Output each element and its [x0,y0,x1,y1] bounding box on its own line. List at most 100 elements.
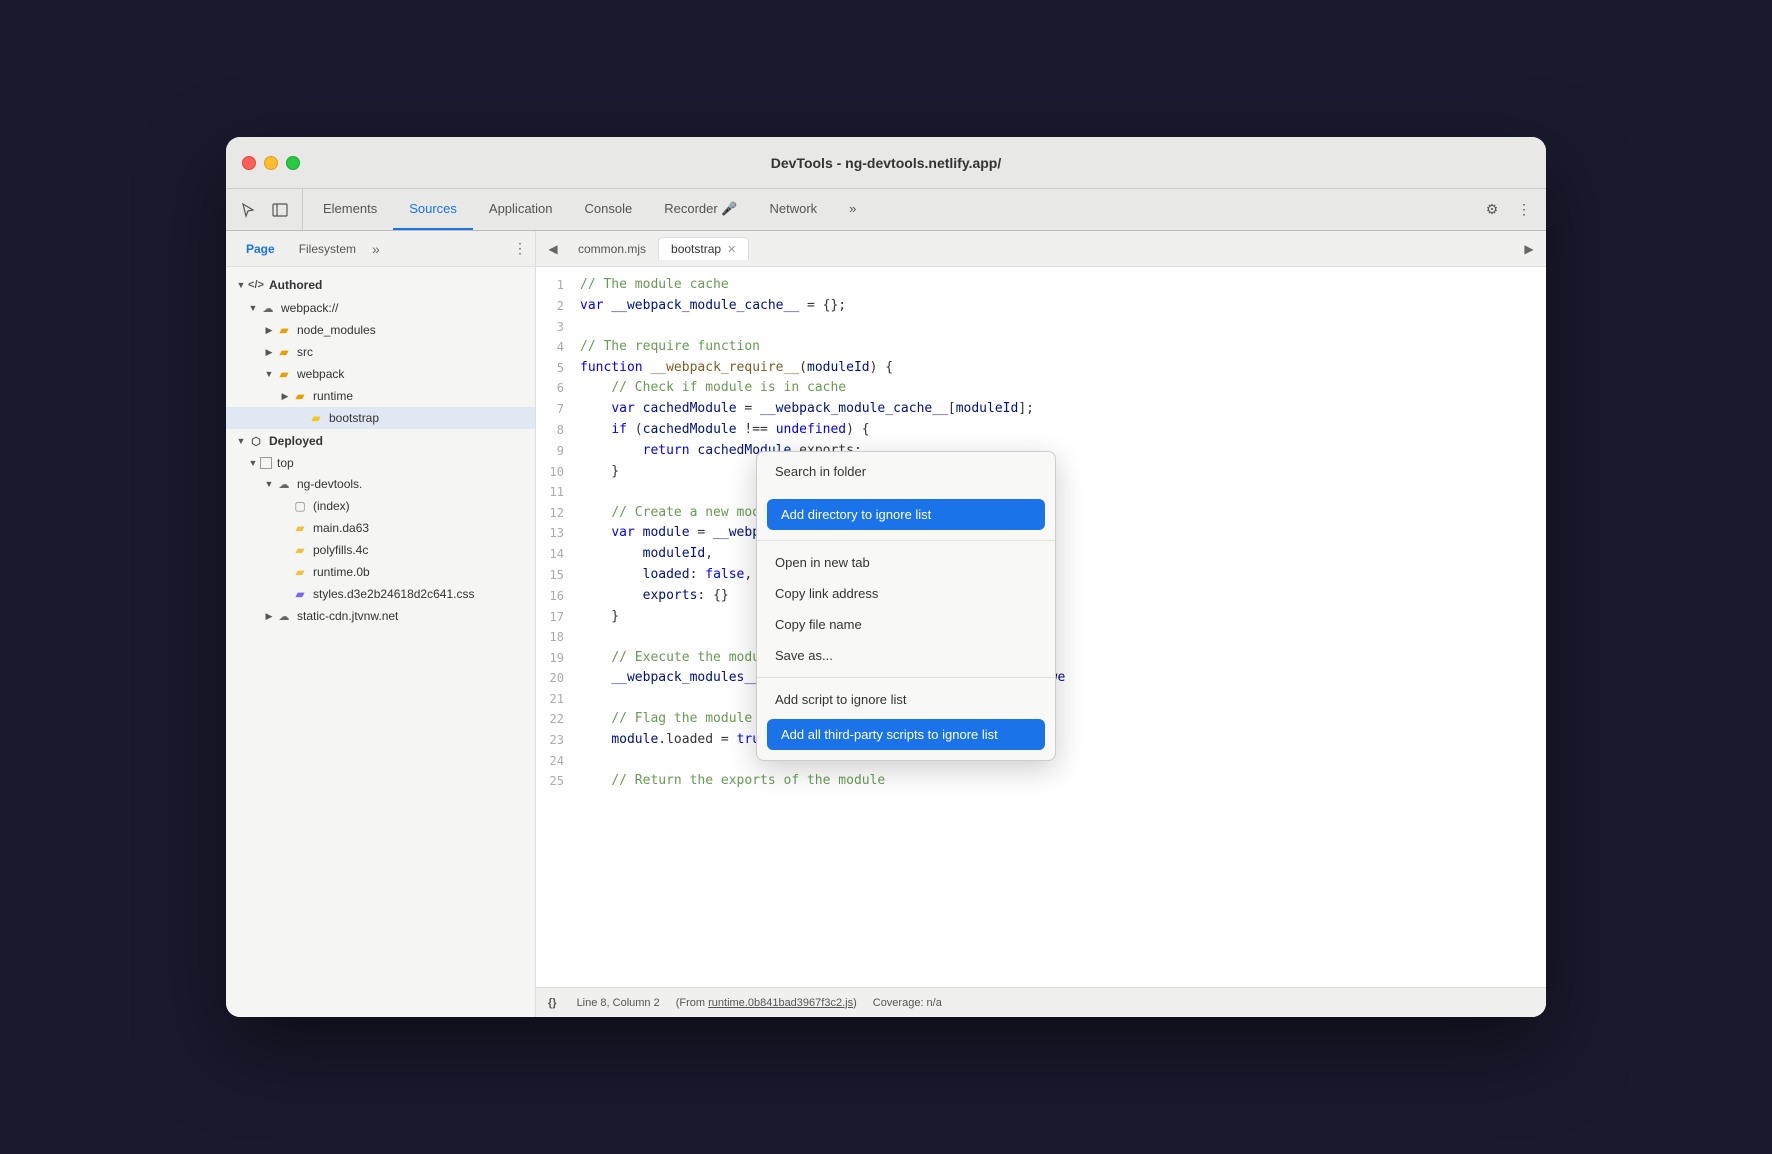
file-tree: ▼ </> Authored ▼ ☁ webpack:// ▶ ▰ node_m… [226,267,535,1017]
code-line-1: 1 // The module cache [536,275,1546,296]
minimize-button[interactable] [264,156,278,170]
src-arrow: ▶ [262,345,276,359]
src-label: src [297,345,313,359]
save-as-item[interactable]: Save as... [757,640,1055,671]
tab-more[interactable]: » [833,189,872,230]
panel-tab-more-icon[interactable]: » [372,241,380,257]
ng-devtools-folder[interactable]: ▼ ☁ ng-devtools. [226,473,535,495]
code-line-8: 8 if (cachedModule !== undefined) { [536,420,1546,441]
static-cdn-folder[interactable]: ▶ ☁ static-cdn.jtvnw.net [226,605,535,627]
code-line-2: 2 var __webpack_module_cache__ = {}; [536,296,1546,317]
close-button[interactable] [242,156,256,170]
tab-recorder[interactable]: Recorder 🎤 [648,189,753,230]
window-title: DevTools - ng-devtools.netlify.app/ [771,155,1002,171]
add-all-third-party-button[interactable]: Add all third-party scripts to ignore li… [767,719,1045,750]
code-line-7: 7 var cachedModule = __webpack_module_ca… [536,399,1546,420]
deployed-arrow: ▼ [234,434,248,448]
tab-bar-actions: ⚙ ⋮ [1478,189,1538,230]
index-file[interactable]: ▶ ▢ (index) [226,495,535,517]
src-folder-icon: ▰ [276,344,292,360]
editor-tab-common[interactable]: common.mjs [566,238,658,260]
cursor-position: Line 8, Column 2 [577,997,660,1009]
static-cdn-label: static-cdn.jtvnw.net [297,609,398,623]
runtime-file-label: runtime.0b [313,565,370,579]
main-tabs: Elements Sources Application Console Rec… [307,189,1478,230]
webpack-folder-label: webpack [297,367,344,381]
ng-devtools-cloud-icon: ☁ [276,476,292,492]
traffic-lights [242,156,300,170]
code-line-4: 4 // The require function [536,337,1546,358]
more-options-icon[interactable]: ⋮ [1510,196,1538,224]
cursor-tool-icon[interactable] [234,196,262,224]
webpack-folder[interactable]: ▼ ▰ webpack [226,363,535,385]
runtime-file-icon: ▰ [292,564,308,580]
main-label: main.da63 [313,521,369,535]
main-file[interactable]: ▶ ▰ main.da63 [226,517,535,539]
main-content: Page Filesystem » ⋮ ▼ </> Authored ▼ ☁ w… [226,231,1546,1017]
webpack-root[interactable]: ▼ ☁ webpack:// [226,297,535,319]
add-script-item[interactable]: Add script to ignore list [757,684,1055,715]
node-modules-label: node_modules [297,323,376,337]
collapse-right-icon[interactable]: ▶ [1516,236,1542,262]
editor-tab-right: ▶ [1516,236,1542,262]
tab-bar: Elements Sources Application Console Rec… [226,189,1546,231]
polyfills-label: polyfills.4c [313,543,368,557]
open-new-tab-item[interactable]: Open in new tab [757,547,1055,578]
search-in-folder-area: Search in folder [757,458,1055,495]
top-page-icon [260,457,272,469]
index-file-icon: ▢ [292,498,308,514]
src-folder[interactable]: ▶ ▰ src [226,341,535,363]
context-menu: Search in folder Add directory to ignore… [756,451,1056,761]
tab-network[interactable]: Network [753,189,833,230]
search-in-folder-label: Search in folder [775,464,1037,479]
runtime-folder[interactable]: ▶ ▰ runtime [226,385,535,407]
copy-link-item[interactable]: Copy link address [757,578,1055,609]
static-cdn-cloud-icon: ☁ [276,608,292,624]
code-line-3: 3 [536,317,1546,337]
tab-application[interactable]: Application [473,189,569,230]
format-icon[interactable]: {} [548,997,557,1009]
tab-sources[interactable]: Sources [393,189,473,230]
tool-buttons [234,189,303,230]
styles-file[interactable]: ▶ ▰ styles.d3e2b24618d2c641.css [226,583,535,605]
polyfills-file[interactable]: ▶ ▰ polyfills.4c [226,539,535,561]
context-menu-bottom-section: Add script to ignore list Add all third-… [757,678,1055,760]
polyfills-file-icon: ▰ [292,542,308,558]
source-link[interactable]: runtime.0b841bad3967f3c2.js [708,997,853,1009]
authored-label: Authored [269,278,322,292]
copy-filename-item[interactable]: Copy file name [757,609,1055,640]
top-arrow: ▼ [246,456,260,470]
maximize-button[interactable] [286,156,300,170]
sidebar-toggle-icon[interactable] [266,196,294,224]
authored-section-header[interactable]: ▼ </> Authored [226,273,535,297]
devtools-window: DevTools - ng-devtools.netlify.app/ Elem… [226,137,1546,1017]
editor-back-button[interactable]: ◀ [540,236,566,262]
panel-tab-page[interactable]: Page [234,238,287,260]
bootstrap-file[interactable]: ▶ ▰ bootstrap [226,407,535,429]
tab-console[interactable]: Console [569,189,649,230]
runtime-file[interactable]: ▶ ▰ runtime.0b [226,561,535,583]
editor-tab-close-icon[interactable]: ✕ [727,243,736,256]
settings-icon[interactable]: ⚙ [1478,196,1506,224]
index-label: (index) [313,499,350,513]
right-panel: ◀ common.mjs bootstrap ✕ ▶ 1 // The modu… [536,231,1546,1017]
deployed-box-icon: ⬡ [248,433,264,449]
editor-tab-bootstrap[interactable]: bootstrap ✕ [658,237,749,260]
panel-tab-bar: Page Filesystem » ⋮ [226,231,535,267]
deployed-section-header[interactable]: ▼ ⬡ Deployed [226,429,535,453]
tab-elements[interactable]: Elements [307,189,393,230]
ng-devtools-arrow: ▼ [262,477,276,491]
styles-label: styles.d3e2b24618d2c641.css [313,587,474,601]
status-bar: {} Line 8, Column 2 (From runtime.0b841b… [536,987,1546,1017]
code-line-25: 25 // Return the exports of the module [536,771,1546,792]
coverage-label: Coverage: n/a [873,997,942,1009]
authored-arrow: ▼ [234,278,248,292]
node-modules-folder[interactable]: ▶ ▰ node_modules [226,319,535,341]
runtime-folder-icon: ▰ [292,388,308,404]
authored-tag-icon: </> [248,277,264,293]
node-modules-arrow: ▶ [262,323,276,337]
add-directory-button[interactable]: Add directory to ignore list [767,499,1045,530]
panel-tab-filesystem[interactable]: Filesystem [287,238,368,260]
panel-tab-menu-icon[interactable]: ⋮ [513,240,527,257]
top-folder[interactable]: ▼ top [226,453,535,473]
